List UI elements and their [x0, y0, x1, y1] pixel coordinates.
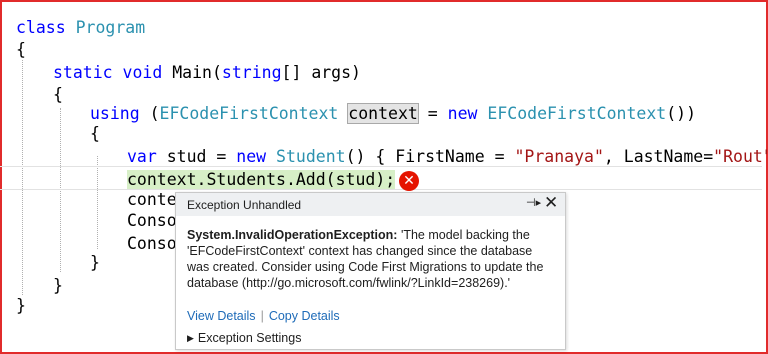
exception-settings-toggle[interactable]: ▶ Exception Settings	[187, 331, 301, 345]
code-text: Main(	[172, 63, 222, 82]
code-line: }	[16, 296, 26, 315]
code-line: Conso	[127, 234, 177, 253]
code-line: Conso	[127, 211, 177, 230]
code-text: ())	[666, 104, 697, 123]
keyword: new	[236, 147, 267, 166]
exception-popup: Exception Unhandled ⊣▸ ✕ System.InvalidO…	[175, 192, 566, 350]
keyword: static	[53, 63, 113, 82]
exception-message: System.InvalidOperationException: 'The m…	[187, 227, 555, 291]
popup-title: Exception Unhandled	[187, 198, 302, 212]
code-text: (	[149, 104, 160, 123]
exception-type: System.InvalidOperationException:	[187, 228, 398, 242]
keyword: string	[221, 63, 282, 82]
pin-icon[interactable]: ⊣▸	[526, 196, 541, 209]
type-name: Student	[276, 147, 346, 166]
code-line: var stud = new Student() { FirstName = "…	[127, 145, 768, 169]
type-name: EFCodeFirstContext	[487, 104, 667, 123]
link-separator: |	[260, 309, 264, 323]
code-line: using (EFCodeFirstContext context = new …	[90, 102, 696, 126]
code-line: {	[90, 124, 100, 143]
code-line: }	[90, 253, 100, 272]
code-text: =	[427, 104, 438, 123]
keyword: new	[447, 104, 478, 123]
code-line: static void Main(string[] args)	[53, 61, 361, 85]
expand-triangle-icon: ▶	[187, 333, 194, 343]
keyword: void	[122, 63, 163, 82]
class-name: Program	[75, 18, 146, 37]
keyword: var	[127, 147, 157, 166]
popup-header: Exception Unhandled ⊣▸ ✕	[176, 193, 565, 216]
code-text: () { FirstName =	[345, 147, 505, 166]
code-text: stud =	[166, 147, 227, 166]
code-line: }	[53, 276, 63, 295]
popup-links: View Details | Copy Details	[187, 309, 340, 323]
string-literal: "Pranaya"	[514, 147, 604, 166]
string-literal: "Rout"	[713, 147, 768, 166]
copy-details-link[interactable]: Copy Details	[269, 309, 340, 323]
view-details-link[interactable]: View Details	[187, 309, 256, 323]
code-line: class Program	[16, 16, 145, 40]
highlighted-variable[interactable]: context	[347, 103, 419, 124]
exception-settings-label: Exception Settings	[197, 331, 302, 345]
keyword: class	[16, 18, 66, 37]
exception-statement[interactable]: context.Students.Add(stud);	[127, 170, 396, 189]
code-line: {	[53, 85, 63, 104]
type-name: EFCodeFirstContext	[159, 104, 339, 123]
close-icon[interactable]: ✕	[544, 193, 558, 213]
indent-guide	[22, 60, 23, 295]
code-text: , LastName=	[603, 147, 714, 166]
code-text: [] args)	[281, 63, 361, 82]
indent-guide	[60, 108, 61, 272]
code-line: {	[16, 40, 26, 59]
indent-guide	[97, 156, 98, 249]
keyword: using	[90, 104, 140, 123]
error-x-icon[interactable]: ✕	[399, 171, 419, 191]
